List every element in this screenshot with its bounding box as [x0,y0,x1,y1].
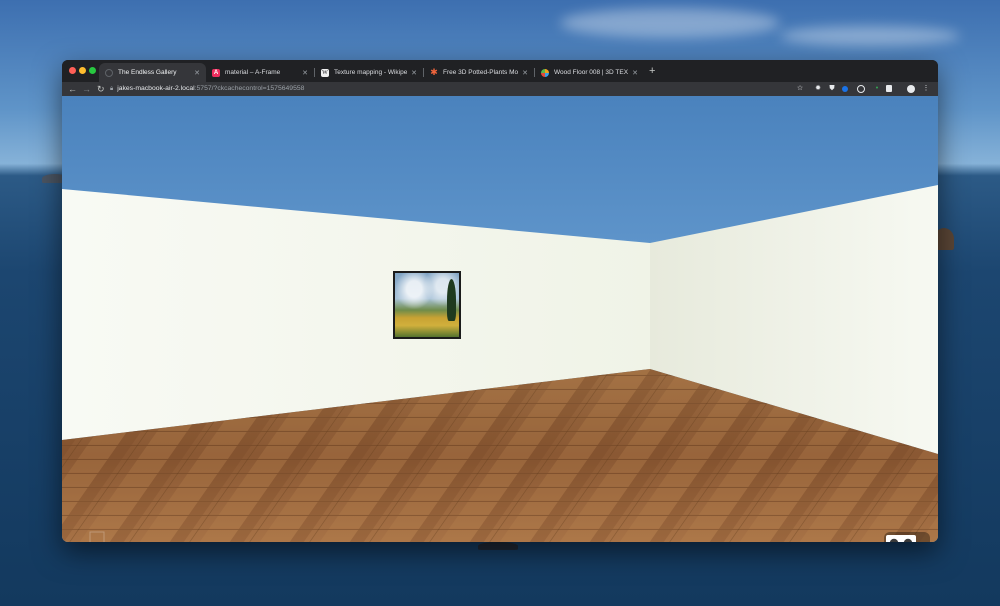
address-host: jakes-macbook-air-2.local [117,85,195,92]
scene-navigation-overlay [68,530,132,542]
enter-vr-button[interactable] [884,532,930,542]
textures-icon [541,68,549,77]
vpn-icon[interactable] [857,85,865,93]
close-tab-icon[interactable]: ✕ [632,69,638,77]
close-tab-icon[interactable]: ✕ [194,69,200,77]
tab-label: The Endless Gallery [118,69,177,76]
globe-icon [105,68,113,77]
vr-headset-icon [886,535,916,542]
painting-frame[interactable] [393,271,461,339]
tab-label: Free 3D Potted-Plants Models | [443,69,519,76]
close-tab-icon[interactable]: ✕ [411,69,417,77]
account-icon[interactable] [907,85,915,93]
vr-scene-canvas[interactable] [62,96,938,542]
close-tab-icon[interactable]: ✕ [302,69,308,77]
toolbar: ← → ↻ 🔒︎ jakes-macbook-air-2.local:5757/?… [62,82,938,96]
tab-label: Wood Floor 008 | 3D TEXTURES [554,69,629,76]
tab-bar: The Endless Gallery ✕ A material – A-Fra… [62,60,938,82]
back-button[interactable]: ← [68,82,77,96]
aframe-icon: A [212,68,220,77]
cypress-tree [447,279,456,321]
minimize-window-button[interactable] [79,67,86,74]
painting-wheatfield-cypresses [395,273,459,337]
bookmark-star-icon[interactable]: ☆ [796,85,804,93]
nav-overlay-icon [89,531,105,542]
new-tab-button[interactable]: + [649,65,655,77]
shield-icon[interactable]: ⛊ [828,85,836,93]
forward-button[interactable]: → [82,82,91,96]
wikipedia-icon: W [321,68,329,77]
menu-icon[interactable]: ⋮ [922,85,930,93]
island [478,542,518,550]
extension-icon[interactable] [842,86,848,92]
tab-texture-mapping[interactable]: W Texture mapping - Wikipedia ✕ [315,63,423,82]
tab-label: Texture mapping - Wikipedia [334,69,408,76]
turbosquid-icon: ✱ [430,67,438,77]
browser-window: The Endless Gallery ✕ A material – A-Fra… [62,60,938,542]
tab-potted-plants[interactable]: ✱ Free 3D Potted-Plants Models | ✕ [424,63,534,82]
address-path: :5757/?ckcachecontrol=1575649558 [194,85,305,92]
close-window-button[interactable] [69,67,76,74]
tab-endless-gallery[interactable]: The Endless Gallery ✕ [99,63,206,82]
extension-icon[interactable]: • [873,85,881,93]
extension-icon[interactable] [886,85,892,92]
tab-aframe-material[interactable]: A material – A-Frame ✕ [206,63,314,82]
reload-button[interactable]: ↻ [97,82,105,96]
address-bar[interactable]: 🔒︎ jakes-macbook-air-2.local:5757/?ckcach… [110,83,790,95]
cloud [780,26,960,46]
info-icon[interactable]: 🔒︎ [110,86,113,92]
zoom-window-button[interactable] [89,67,96,74]
tab-wood-floor[interactable]: Wood Floor 008 | 3D TEXTURES ✕ [535,63,644,82]
tab-label: material – A-Frame [225,69,281,76]
scene-render [62,96,938,542]
cloud [560,8,780,38]
close-tab-icon[interactable]: ✕ [522,69,528,77]
extension-icon[interactable]: ✹ [814,85,822,93]
